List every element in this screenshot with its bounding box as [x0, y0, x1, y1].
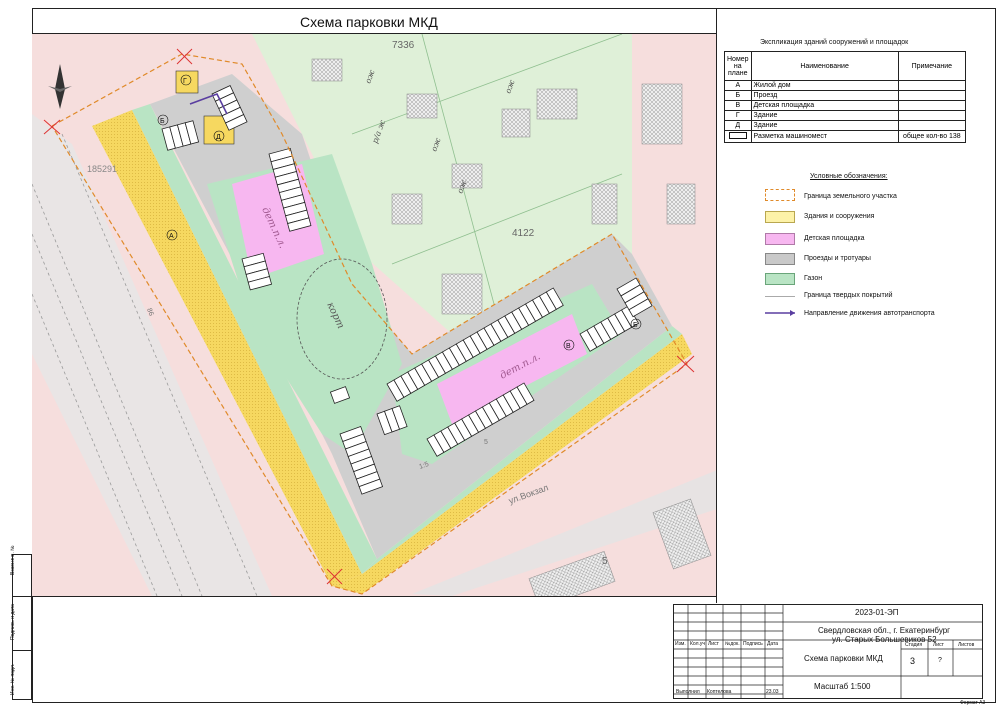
side-stamp-replace: Взам.инв. № [10, 545, 16, 575]
col-label-doc: №док. [725, 641, 740, 647]
site-map: ул.Вокзал 7336 4122 185291 5 А Б В Г Д Б… [32, 34, 716, 596]
row-note [897, 90, 967, 101]
drawing-sheet: Схема парковки МКД ул.Вокзал 7336 4122 1… [0, 0, 1005, 709]
legend-swatch-driveways [765, 253, 795, 265]
stage-label: Стадия [905, 642, 923, 648]
legend-label-hard-cover: Граница твердых покрытий [804, 292, 893, 299]
table-row: Д Здание [724, 120, 967, 131]
row-note: общее кол-во 138 [897, 130, 967, 143]
legend-label-driveways: Проезды и тротуары [804, 255, 871, 262]
table-row: А Жилой дом [724, 80, 967, 91]
explication-title: Экспликация зданий сооружений и площадок [760, 39, 909, 46]
address-line-1: Свердловская обл., г. Екатеринбург [818, 626, 951, 635]
legend-swatch-lawn [765, 273, 795, 285]
col-label-kol: Кол.уч [690, 641, 705, 647]
zone-label-b: Б [160, 118, 165, 125]
zone-label-v: В [566, 343, 571, 350]
map-bottom-line [32, 596, 716, 597]
legend-label-boundary: Граница земельного участка [804, 193, 897, 200]
sheet-label: Лист [933, 642, 944, 648]
legend-swatch-hard-cover-line [765, 296, 795, 297]
sheets-label: Листов [958, 642, 975, 648]
row-name: Жилой дом [750, 80, 899, 91]
zone-label-b2: Б [633, 322, 638, 329]
legend-swatch-traffic-arrow [765, 310, 795, 316]
table-row: Б Проезд [724, 90, 967, 101]
legend-swatch-boundary [765, 189, 795, 201]
legend-swatch-buildings [765, 211, 795, 223]
row-num: Д [724, 120, 752, 131]
side-stamp-inventory: Инв. № подл. [10, 663, 16, 695]
sheet-value: ? [938, 657, 942, 664]
executor-date: 23.03 [766, 689, 779, 695]
table-row: Разметка машиномест общее кол-во 138 [724, 130, 967, 143]
scale-label: Масштаб 1:500 [814, 682, 871, 691]
explication-header-note: Примечание [897, 51, 967, 81]
row-name: Здание [750, 120, 899, 131]
explication-header-name: Наименование [750, 51, 899, 81]
sheet-format: Формат А3 [960, 700, 986, 706]
side-stamp-signature: Подпись и дата [10, 604, 16, 640]
col-label-date: Дата [767, 641, 779, 647]
parking-slot-icon [728, 132, 747, 139]
row-name: Разметка машиномест [750, 130, 899, 143]
right-panel-divider [716, 8, 717, 603]
zone-label-a: А [169, 233, 174, 240]
col-label-sign: Подпись [743, 641, 763, 647]
row-num: В [724, 100, 752, 111]
row-name: Детская площадка [750, 100, 899, 111]
legend-swatch-playground [765, 233, 795, 245]
explication-header-num: Номер на плане [724, 51, 752, 81]
parcel-number-2: 4122 [512, 228, 535, 239]
row-num: А [724, 80, 752, 91]
executor-name: Коптелова [707, 689, 732, 695]
parcel-number-4: 5 [602, 556, 608, 567]
legend-label-playground: Детская площадка [804, 235, 865, 242]
row-name: Здание [750, 110, 899, 121]
legend-label-lawn: Газон [804, 275, 823, 282]
parcel-number-1: 7336 [392, 40, 415, 51]
row-note [897, 100, 967, 111]
row-note [897, 120, 967, 131]
page-title: Схема парковки МКД [300, 14, 438, 30]
row-note [897, 110, 967, 121]
table-row: Г Здание [724, 110, 967, 121]
legend-title: Условные обозначения: [810, 173, 888, 180]
legend-label-buildings: Здания и сооружения [804, 213, 875, 220]
project-code: 2023-01-ЭП [855, 608, 899, 617]
table-row: В Детская площадка [724, 100, 967, 111]
col-label-list: Лист [708, 641, 719, 647]
stage-value: 3 [910, 656, 916, 666]
zone-label-g: Г [183, 78, 187, 85]
col-label-izm: Изм. [675, 641, 686, 647]
legend-label-traffic: Направление движения автотранспорта [804, 310, 935, 317]
row-note [897, 80, 967, 91]
explication-table: Номер на плане Наименование Примечание А… [724, 51, 967, 143]
row-name: Проезд [750, 90, 899, 101]
building-g [175, 70, 199, 94]
sheet-title: Схема парковки МКД [804, 654, 883, 663]
parking-swatch-cell [724, 130, 752, 143]
map-number-2: 5 [484, 439, 488, 446]
row-num: Г [724, 110, 752, 121]
parcel-number-3: 185291 [87, 164, 117, 174]
executor-role: Выполнил [676, 689, 700, 695]
zone-label-d: Д [216, 134, 221, 141]
row-num: Б [724, 90, 752, 101]
